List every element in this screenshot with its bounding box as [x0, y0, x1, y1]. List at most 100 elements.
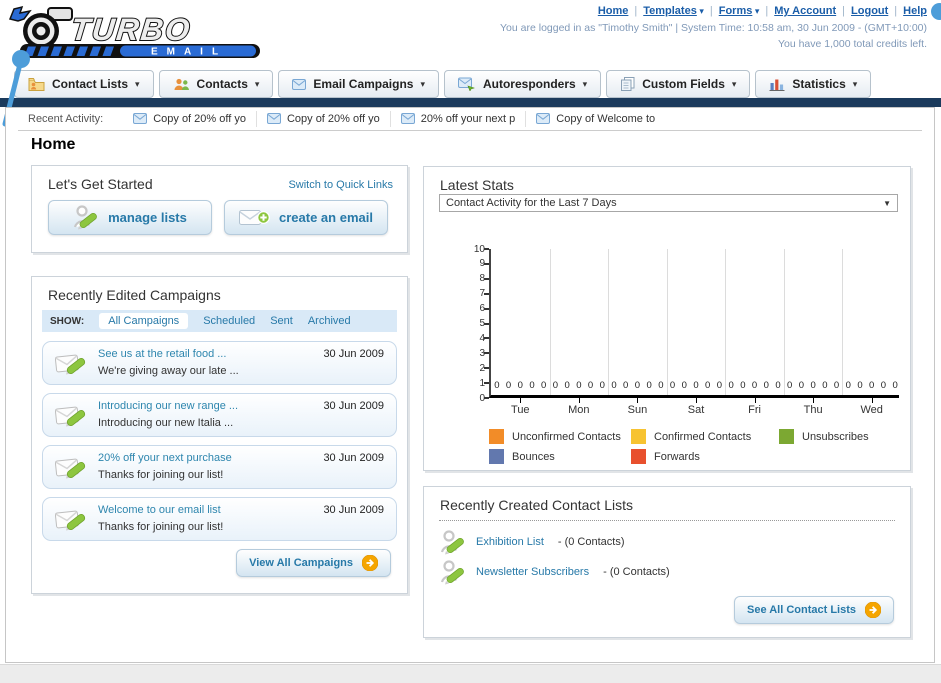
tab-label: Custom Fields	[642, 77, 725, 91]
filter-sent[interactable]: Sent	[270, 315, 293, 327]
top-nav-link-my-account[interactable]: My Account	[774, 5, 836, 17]
tab-custom-fields[interactable]: Custom Fields ▾	[606, 70, 751, 98]
switch-to-quick-links-link[interactable]: Switch to Quick Links	[288, 179, 393, 191]
envelope-pencil-icon	[55, 454, 88, 481]
top-nav-link-forms[interactable]: Forms	[719, 5, 753, 17]
legend-label: Unsubscribes	[802, 430, 869, 443]
top-nav-link-templates[interactable]: Templates	[643, 5, 697, 17]
campaign-subtitle: Introducing our new Italia ...	[98, 417, 234, 429]
page-title: Home	[31, 136, 76, 153]
chevron-down-icon: ▾	[752, 6, 760, 16]
campaign-row[interactable]: Introducing our new range ... Introducing…	[42, 393, 397, 437]
value-label: 0	[833, 380, 840, 391]
stats-report-selected-value: Contact Activity for the Last 7 Days	[446, 197, 617, 209]
view-all-campaigns-button[interactable]: View All Campaigns	[236, 549, 391, 577]
x-tick-label: Sat	[687, 404, 705, 416]
login-info: You are logged in as "Timothy Smith" | S…	[500, 21, 927, 53]
value-label: 0	[552, 380, 559, 391]
tab-email-campaigns[interactable]: Email Campaigns ▾	[278, 70, 439, 98]
value-label: 0	[611, 380, 617, 391]
y-tick	[484, 322, 489, 325]
x-tick-label: Mon	[568, 404, 590, 416]
logo-word-turbo: TURBO	[69, 12, 193, 47]
legend-swatch	[489, 449, 504, 464]
campaign-row[interactable]: Welcome to our email list Thanks for join…	[42, 497, 397, 541]
main-nav-tab-bar: Contact Lists ▾ Contacts ▾ Email Campaigns ▾ A…	[0, 69, 941, 98]
recent-contact-lists-panel: Recently Created Contact Lists Exhibitio…	[423, 486, 911, 638]
recent-activity-item[interactable]: Copy of Welcome to	[525, 110, 665, 127]
legend-item: Bounces	[489, 449, 631, 464]
legend-swatch	[489, 429, 504, 444]
recent-activity-item[interactable]: Copy of 20% off yo	[123, 111, 256, 127]
nav-separator: |	[709, 5, 713, 17]
manage-lists-button[interactable]: manage lists	[48, 200, 212, 235]
top-nav-link-home[interactable]: Home	[598, 5, 629, 17]
filter-archived[interactable]: Archived	[308, 315, 351, 327]
value-label: 0	[857, 380, 863, 391]
stats-report-select[interactable]: Contact Activity for the Last 7 Days ▼	[439, 194, 898, 212]
legend-swatch	[779, 429, 794, 444]
recent-activity-item[interactable]: 20% off your next p	[389, 110, 526, 127]
filter-scheduled[interactable]: Scheduled	[203, 315, 255, 327]
get-started-buttons: manage lists create an email	[48, 200, 388, 235]
turbo-email-logo[interactable]: TURBO EMAIL	[8, 3, 270, 66]
manage-lists-label: manage lists	[108, 210, 187, 225]
recent-activity-items: Copy of 20% off yo Copy of 20% off yo 20% …	[123, 110, 665, 127]
recent-activity-item[interactable]: Copy of 20% off yo	[255, 110, 390, 127]
envelope-icon	[536, 113, 551, 124]
legend-label: Unconfirmed Contacts	[512, 430, 621, 443]
x-tick-label: Wed	[860, 404, 883, 416]
footer-strip	[0, 664, 941, 683]
value-label: 0	[880, 380, 887, 391]
value-label: 0	[541, 380, 547, 391]
top-header: TURBO EMAIL Home | Templates ▾ | Forms ▾ | My …	[0, 0, 941, 68]
value-label: 0	[623, 380, 629, 391]
contact-list-link[interactable]: Exhibition List	[476, 536, 544, 548]
campaign-row[interactable]: See us at the retail food ... We're givin…	[42, 341, 397, 385]
value-label: 0	[775, 380, 781, 391]
value-label: 0	[646, 380, 652, 391]
campaign-row[interactable]: 20% off your next purchase Thanks for joi…	[42, 445, 397, 489]
filter-all-campaigns[interactable]: All Campaigns	[99, 313, 189, 329]
content-area: Recent Activity: Copy of 20% off yo Copy …	[5, 107, 935, 663]
y-tick	[484, 337, 489, 340]
chevron-down-icon: ▾	[254, 78, 260, 89]
contact-activity-chart: 0 1 2 3 4 5 6 7 8 9 10 0 0 0 0 0 Tue 0 0 0 0 0 Mon 0 0 0 0 0 Sun 0 0 0 0…	[474, 244, 899, 416]
value-label: 0	[822, 380, 828, 391]
see-all-contact-lists-button[interactable]: See All Contact Lists	[733, 596, 894, 624]
chevron-down-icon: ▾	[135, 78, 140, 89]
tab-label: Autoresponders	[482, 77, 576, 91]
value-label: 0	[693, 380, 699, 391]
campaign-date: 30 Jun 2009	[323, 400, 384, 412]
value-label: 0	[763, 380, 769, 391]
gridline	[549, 249, 551, 395]
tab-statistics[interactable]: Statistics ▾	[755, 70, 872, 98]
top-nav-link-logout[interactable]: Logout	[851, 5, 888, 17]
x-tick-label: Thu	[803, 404, 823, 416]
envelope-pencil-icon	[55, 506, 88, 533]
tab-label: Email Campaigns	[313, 77, 414, 91]
legend-swatch	[631, 449, 646, 464]
arrow-right-circle-icon	[362, 555, 378, 571]
create-an-email-button[interactable]: create an email	[224, 200, 388, 235]
dotted-divider	[439, 520, 895, 521]
recent-campaigns-panel: Recently Edited Campaigns SHOW: All Camp…	[31, 276, 408, 594]
value-label: 0	[892, 380, 898, 391]
gridline	[666, 249, 668, 395]
tab-contacts[interactable]: Contacts ▾	[158, 70, 274, 98]
value-label: 0	[494, 380, 500, 391]
tab-autoresponders[interactable]: Autoresponders ▾	[443, 70, 602, 98]
campaign-date: 30 Jun 2009	[323, 504, 384, 516]
campaign-filters: All Campaigns Scheduled Sent Archived	[99, 313, 351, 329]
value-label: 0	[810, 380, 816, 391]
contact-list-link[interactable]: Newsletter Subscribers	[476, 566, 589, 578]
y-tick	[484, 367, 489, 370]
y-tick	[484, 382, 489, 385]
login-line2: You have 1,000 total credits left.	[777, 37, 927, 50]
tab-label: Contacts	[196, 77, 248, 91]
chevron-down-icon: ▾	[731, 78, 737, 89]
legend-item: Forwards	[631, 449, 779, 464]
top-nav-link-help[interactable]: Help	[903, 5, 927, 17]
x-tick	[520, 398, 522, 403]
person-pencil-icon	[73, 204, 99, 231]
